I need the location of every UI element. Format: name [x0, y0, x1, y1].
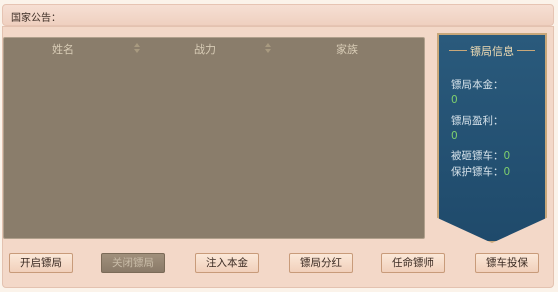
- robbed-carts-row: 被砸镖车：0: [451, 148, 510, 163]
- protected-carts-row: 保护镖车：0: [451, 164, 510, 179]
- capital-value: 0: [451, 94, 458, 106]
- appoint-escort-button[interactable]: 任命镖师: [381, 253, 445, 273]
- open-agency-button[interactable]: 开启镖局: [9, 253, 73, 273]
- announcement-bar: 国家公告：: [2, 4, 554, 26]
- column-header-name[interactable]: 姓名: [52, 41, 74, 57]
- robbed-carts-label: 被砸镖车：: [451, 150, 504, 162]
- announcement-label: 国家公告：: [11, 13, 61, 24]
- cart-insurance-button[interactable]: 镖车投保: [475, 253, 539, 273]
- robbed-carts-value: 0: [503, 150, 511, 162]
- protected-carts-label: 保护镖车：: [451, 166, 504, 178]
- sort-icon[interactable]: [134, 43, 140, 53]
- close-agency-button[interactable]: 关闭镖局: [101, 253, 165, 273]
- profit-label: 镖局盈利：: [451, 115, 504, 127]
- member-list[interactable]: 姓名 战力 家族: [3, 37, 425, 239]
- agency-info-title: 镖局信息: [439, 43, 545, 59]
- agency-info-panel: 镖局信息 镖局本金： 0 镖局盈利： 0 被砸镖车：0 保护镖车：0: [437, 33, 547, 243]
- profit-value: 0: [451, 130, 458, 142]
- column-header-power[interactable]: 战力: [194, 41, 216, 57]
- capital-label: 镖局本金：: [451, 79, 504, 91]
- column-header-family[interactable]: 家族: [336, 41, 358, 57]
- sort-icon[interactable]: [265, 43, 271, 53]
- protected-carts-value: 0: [503, 166, 511, 178]
- escort-agency-panel: 姓名 战力 家族 镖局信息 镖局本金： 0 镖局盈利： 0 被砸镖车：0 保护镖…: [2, 26, 554, 288]
- inject-capital-button[interactable]: 注入本金: [195, 253, 259, 273]
- agency-dividend-button[interactable]: 镖局分红: [289, 253, 353, 273]
- member-list-header: 姓名 战力 家族: [4, 38, 424, 58]
